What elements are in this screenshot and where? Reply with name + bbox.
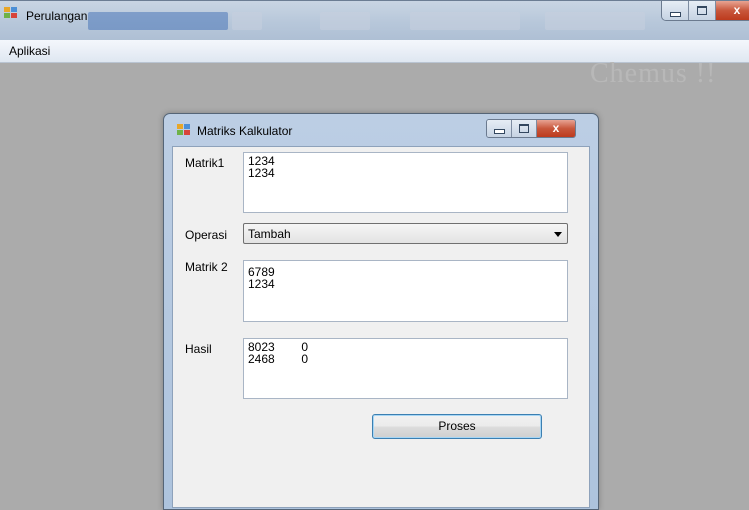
background-tab-blur bbox=[88, 12, 228, 30]
child-minimize-button[interactable] bbox=[487, 120, 512, 137]
close-icon: x bbox=[552, 121, 560, 135]
minimize-icon bbox=[494, 129, 505, 134]
outer-window-title: Perulangan bbox=[26, 9, 88, 23]
child-window-title: Matriks Kalkulator bbox=[197, 124, 293, 138]
chevron-down-icon[interactable] bbox=[554, 232, 562, 237]
background-tab-blur bbox=[545, 12, 645, 30]
matrik2-line: 6789 bbox=[248, 265, 275, 279]
matrik2-textbox[interactable]: 6789 1234 bbox=[243, 260, 568, 322]
outer-title-bar[interactable]: Perulangan x bbox=[0, 0, 749, 41]
menu-item-aplikasi[interactable]: Aplikasi bbox=[6, 44, 53, 58]
child-maximize-button[interactable] bbox=[512, 120, 537, 137]
operasi-selected-value: Tambah bbox=[248, 227, 291, 241]
matrik1-line: 1234 bbox=[248, 166, 275, 180]
proses-button[interactable]: Proses bbox=[372, 414, 542, 439]
outer-maximize-button[interactable] bbox=[689, 1, 716, 20]
operasi-label: Operasi bbox=[185, 228, 228, 242]
matrik2-label: Matrik 2 bbox=[185, 260, 228, 274]
hasil-label: Hasil bbox=[185, 342, 212, 356]
matrik1-textbox[interactable]: 1234 1234 bbox=[243, 152, 568, 213]
hasil-textbox[interactable]: 8023 0 2468 0 bbox=[243, 338, 568, 399]
outer-window-controls: x bbox=[661, 1, 749, 21]
hasil-line: 2468 0 bbox=[248, 352, 309, 366]
maximize-icon bbox=[697, 6, 707, 15]
operasi-dropdown[interactable]: Tambah bbox=[243, 223, 568, 244]
form-icon bbox=[177, 124, 191, 137]
matriks-kalkulator-window: Matriks Kalkulator x Matrik1 1234 1234 O… bbox=[163, 113, 599, 510]
background-tab-blur bbox=[320, 12, 370, 30]
child-window-controls: x bbox=[486, 119, 576, 138]
matrik1-label: Matrik1 bbox=[185, 156, 225, 170]
background-watermark: Chemus !! bbox=[590, 58, 717, 89]
minimize-icon bbox=[670, 12, 681, 17]
background-tab-blur bbox=[410, 12, 520, 30]
maximize-icon bbox=[519, 124, 529, 133]
background-tab-blur bbox=[232, 12, 262, 30]
outer-close-button[interactable]: x bbox=[716, 1, 749, 20]
matrik2-line: 1234 bbox=[248, 277, 275, 291]
matrik1-line: 1234 bbox=[248, 154, 275, 168]
form-client-area: Matrik1 1234 1234 Operasi Tambah Matrik … bbox=[172, 146, 590, 508]
app-icon bbox=[4, 7, 18, 20]
outer-minimize-button[interactable] bbox=[662, 1, 689, 20]
close-icon: x bbox=[733, 3, 741, 17]
child-close-button[interactable]: x bbox=[537, 120, 575, 137]
